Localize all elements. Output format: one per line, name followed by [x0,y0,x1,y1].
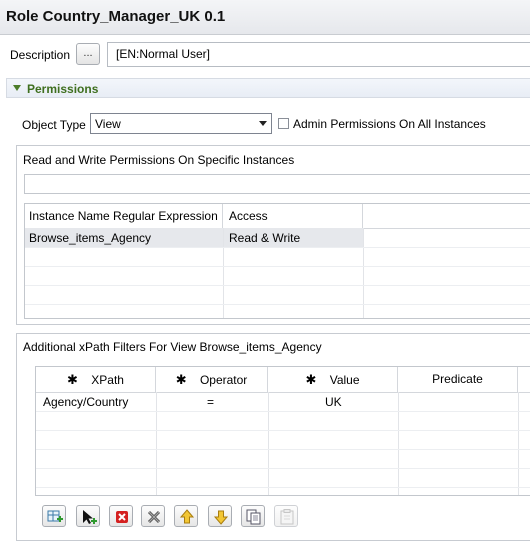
cursor-add-icon [83,510,97,524]
required-asterisk-icon: ✱ [175,372,187,387]
column-header-label: Access [229,209,268,223]
rw-group-title: Read and Write Permissions On Specific I… [23,153,295,167]
operator-cell: = [207,395,215,409]
xpath-filters-table: ✱ XPath ✱ Operator ✱ Value Predicate Age… [35,366,530,496]
xpath-cell: Agency/Country [43,395,129,409]
delete-all-icon [147,510,161,524]
value-cell: UK [325,395,342,409]
permissions-section-header[interactable]: Permissions [6,78,530,98]
move-down-button[interactable] [208,505,232,527]
permissions-section-title: Permissions [27,82,99,96]
required-asterisk-icon: ✱ [305,372,317,387]
table-row[interactable]: Browse_items_Agency Read & Write [25,228,363,247]
instance-name-cell: Browse_items_Agency [29,231,152,245]
admin-permissions-label: Admin Permissions On All Instances [293,117,486,131]
paste-button[interactable] [274,505,298,527]
admin-permissions-checkbox[interactable] [278,118,289,129]
table-row[interactable]: Agency/Country = UK [36,392,530,411]
select-element-button[interactable] [76,505,100,527]
column-header-label: Value [329,373,360,387]
object-type-value: View [95,117,121,131]
object-type-select[interactable]: View [90,113,272,134]
required-asterisk-icon: ✱ [67,372,78,387]
page-title: Role Country_Manager_UK 0.1 [6,8,226,25]
arrow-up-icon [179,509,195,524]
instances-table-header: Instance Name Regular Expression Access [25,204,530,229]
add-row-icon [47,510,63,522]
column-header-xpath[interactable]: ✱ XPath [36,367,156,392]
copy-button[interactable] [241,505,265,527]
delete-icon [116,511,128,523]
paste-icon [280,509,294,525]
delete-button[interactable] [109,505,133,527]
column-header-label: XPath [91,373,124,387]
column-header-operator[interactable]: ✱ Operator [156,367,268,392]
instance-filter-input[interactable] [24,174,530,194]
add-row-button[interactable] [42,505,66,527]
column-header-instance-name[interactable]: Instance Name Regular Expression [25,204,223,228]
access-cell: Read & Write [229,231,301,245]
delete-all-button[interactable] [141,505,165,527]
chevron-down-icon [259,121,267,126]
instances-table: Instance Name Regular Expression Access … [24,203,530,319]
column-header-label: Predicate [432,372,483,386]
expand-triangle-icon[interactable] [13,85,21,91]
column-header-label: Instance Name Regular Expression [29,209,218,223]
copy-icon [246,509,261,525]
arrow-down-icon [213,510,229,525]
column-header-value[interactable]: ✱ Value [268,367,398,392]
column-header-predicate[interactable]: Predicate [398,367,518,392]
xpath-table-header: ✱ XPath ✱ Operator ✱ Value Predicate [36,367,530,393]
description-browse-button[interactable]: ... [76,43,100,65]
description-field[interactable]: [EN:Normal User] [107,42,530,67]
description-label: Description [10,48,71,62]
xpath-group-title: Additional xPath Filters For View Browse… [23,340,322,354]
editor-header: Role Country_Manager_UK 0.1 [0,0,530,35]
object-type-label: Object Type [22,118,86,132]
move-up-button[interactable] [174,505,198,527]
column-header-access[interactable]: Access [223,204,363,228]
column-header-label: Operator [199,373,248,387]
